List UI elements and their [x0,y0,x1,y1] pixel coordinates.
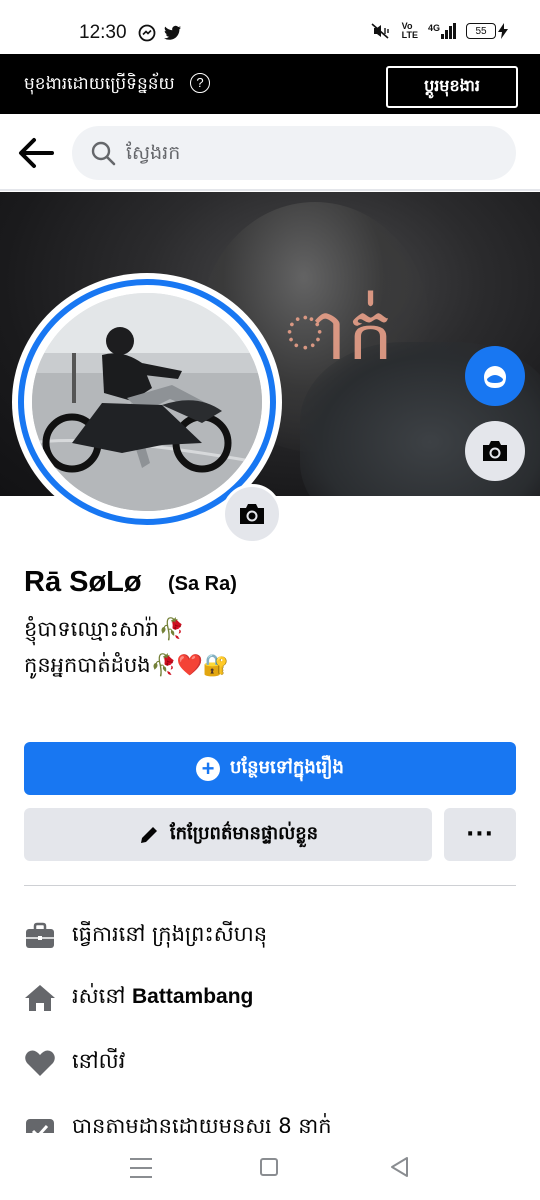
profile-photo [32,293,262,511]
profile-alternate-name: (Sa Ra) [168,573,237,595]
add-to-story-button[interactable]: + បន្ថែមទៅក្នុងរឿង [24,742,516,795]
search-icon [91,141,116,166]
camera-icon [483,441,507,461]
search-placeholder: ស្វែងរក [126,142,181,164]
data-mode-text: មុខងារដោយប្រើទិន្នន័យ [24,74,175,94]
avatar-camera-button[interactable] [222,484,282,544]
plus-circle-icon: + [196,756,221,781]
more-dots-icon: ··· [465,822,495,847]
lives-in-place[interactable]: Battambang [132,985,253,1008]
info-row-work: ធ្វើការនៅ ក្រុងព្រះសីហនុ [24,916,267,956]
camera-icon [240,504,264,524]
edit-profile-label: កែប្រែពត៌មានផ្ទាល់ខ្លួន [169,823,319,844]
search-input[interactable]: ស្វែងរក [72,126,516,180]
avatar-edit-button[interactable] [465,346,525,406]
bio-line: ខ្ញុំបាទឈ្មោះសារ៉ា🥀 [24,617,185,641]
switch-mode-button[interactable]: ប្ដូរមុខងារ [386,66,518,108]
notification-icons [138,24,182,42]
messenger-icon [138,24,156,42]
bio-line: កូនអ្នកបាត់ដំបង🥀❤️🔐 [24,653,230,677]
mute-vibrate-icon [371,23,389,39]
more-options-button[interactable]: ··· [444,808,516,861]
twitter-icon [164,25,181,40]
status-time: 12:30 [79,22,127,43]
home-icon [24,982,56,1014]
info-row-lives-in: រស់នៅ Battambang [24,978,253,1018]
add-to-story-label: បន្ថែមទៅក្នុងរឿង [230,757,344,778]
search-header: ស្វែងរក [0,114,540,191]
charging-icon [498,23,508,39]
recent-apps-button[interactable] [130,1158,152,1178]
home-button[interactable] [260,1158,278,1176]
system-navigation-bar [0,1140,540,1200]
motorcycle-rider-image [32,293,262,511]
back-triangle-icon[interactable] [389,1156,409,1178]
lives-in-prefix: រស់នៅ [72,983,126,1008]
status-bar: 12:30 Vo LTE 4G 55 [0,0,540,54]
edit-profile-button[interactable]: កែប្រែពត៌មានផ្ទាល់ខ្លួន [24,808,432,861]
back-arrow-icon [19,138,54,168]
divider [24,885,516,886]
heart-icon [24,1047,56,1079]
cover-camera-button[interactable] [465,421,525,481]
work-text: ធ្វើការនៅ ក្រុងព្រះសីហនុ [72,921,268,946]
battery-icon: 55 [466,23,496,39]
data-mode-banner: មុខងារដោយប្រើទិន្នន័យ ? ប្ដូរមុខងារ [0,54,540,114]
briefcase-icon [24,920,56,952]
relationship-text: នៅលីវ [72,1048,126,1073]
avatar-face-icon [484,366,506,388]
signal-4g-icon: 4G [428,23,456,39]
lives-in-text: រស់នៅ Battambang [72,983,253,1014]
pencil-icon [140,826,157,843]
help-icon[interactable]: ? [190,73,210,93]
cover-script-text: ាក់ [284,292,394,376]
back-button[interactable] [16,134,56,172]
data-type: 4G [427,23,440,33]
info-row-relationship: នៅលីវ [24,1043,125,1083]
profile-name: Rā SøLø [24,566,142,598]
volte-bottom: LTE [401,30,418,40]
battery-level: 55 [475,25,487,37]
volte-icon: Vo LTE [402,22,418,40]
system-icons: Vo LTE 4G 55 [370,22,508,40]
